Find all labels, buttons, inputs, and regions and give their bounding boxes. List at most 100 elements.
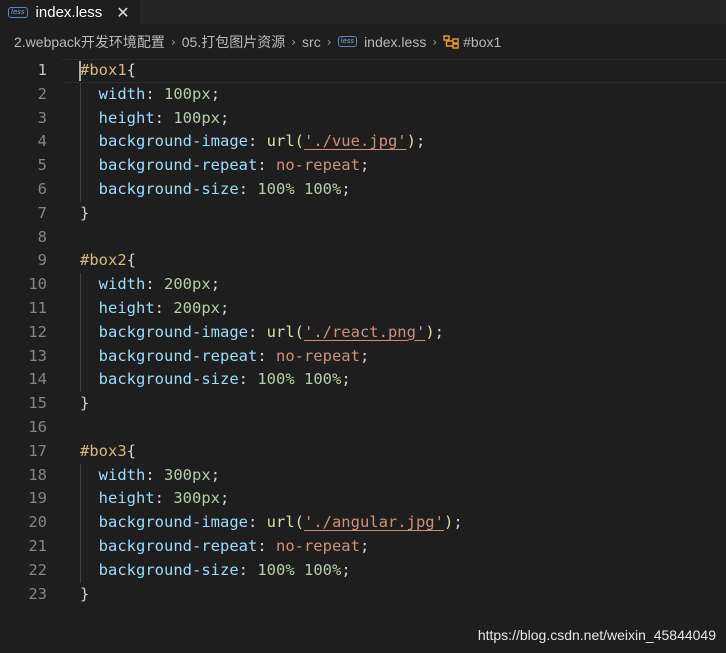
line-number: 16	[28, 417, 47, 436]
token-num: 200px	[164, 275, 211, 294]
token-num: 100%	[257, 560, 295, 579]
breadcrumb-folder[interactable]: 2.webpack开发环境配置	[14, 32, 165, 52]
token-num: 100%	[304, 560, 342, 579]
code-line[interactable]: 14 background-size: 100% 100%;	[0, 368, 726, 393]
line-number: 6	[37, 179, 47, 198]
token-sp	[80, 299, 99, 317]
code-text: }	[80, 392, 89, 416]
line-number: 14	[28, 370, 47, 389]
token-punc: :	[257, 156, 276, 175]
token-punc: ;	[359, 536, 370, 555]
tab-bar: less index.less ✕	[0, 0, 726, 24]
token-punc: :	[247, 132, 267, 151]
token-prop: background-repeat	[98, 536, 258, 555]
line-number: 22	[28, 560, 47, 579]
line-number: 15	[28, 394, 47, 413]
token-punc: ;	[210, 84, 221, 103]
code-line[interactable]: 1 #box1{	[0, 59, 726, 83]
code-line[interactable]: 7}	[0, 202, 726, 226]
close-icon[interactable]: ✕	[116, 3, 129, 22]
line-number: 4	[37, 132, 47, 151]
code-text: #box3{	[80, 440, 136, 464]
token-fn: )	[406, 132, 416, 151]
token-prop: height	[98, 489, 155, 508]
code-line[interactable]: 3 height: 100px;	[0, 106, 726, 131]
breadcrumb-subfolder[interactable]: 05.打包图片资源	[182, 32, 285, 52]
breadcrumb: 2.webpack开发环境配置 › 05.打包图片资源 › src › less…	[0, 24, 726, 59]
code-line[interactable]: 11 height: 200px;	[0, 296, 726, 321]
code-line[interactable]: 13 background-repeat: no-repeat;	[0, 344, 726, 369]
token-punc: ;	[210, 465, 221, 484]
line-number: 20	[28, 513, 47, 532]
token-prop: background-size	[98, 179, 239, 198]
code-editor[interactable]: 1 #box1{2 width: 100px; 3 height: 100px; 4 …	[0, 59, 726, 653]
token-prop: width	[98, 84, 146, 103]
code-text: background-repeat: no-repeat;	[80, 345, 370, 369]
tab-index-less[interactable]: less index.less ✕	[0, 0, 140, 24]
line-number: 5	[37, 156, 47, 175]
code-line[interactable]: 6 background-size: 100% 100%;	[0, 177, 726, 202]
code-text: background-image: url('./vue.jpg');	[80, 130, 426, 154]
token-punc	[295, 370, 304, 388]
token-num: 100%	[304, 370, 342, 389]
token-fn: )	[443, 513, 454, 532]
token-str: './react.png'	[303, 322, 426, 341]
token-prop: width	[98, 275, 146, 294]
token-sp	[80, 109, 99, 127]
token-brace: }	[80, 584, 90, 603]
token-punc: :	[238, 179, 258, 198]
line-number: 12	[28, 322, 47, 341]
code-text: background-image: url('./angular.jpg');	[80, 511, 463, 535]
code-line[interactable]: 20 background-image: url('./angular.jpg'…	[0, 511, 726, 535]
token-num: 300px	[173, 489, 221, 508]
line-number: 17	[28, 441, 47, 460]
token-punc: ;	[453, 513, 463, 532]
token-punc: :	[154, 489, 174, 508]
code-text: background-size: 100% 100%;	[80, 178, 351, 202]
code-text: }	[80, 202, 89, 226]
code-line[interactable]: 9 #box2{	[0, 249, 726, 273]
token-punc: :	[238, 560, 258, 579]
token-punc: :	[145, 465, 165, 484]
code-line[interactable]: 12 background-image: url('./react.png');	[0, 320, 726, 345]
code-text: #box1{	[80, 59, 136, 83]
token-val: no-repeat	[275, 536, 360, 555]
token-num: 100px	[173, 108, 221, 127]
token-brace: }	[80, 394, 90, 413]
code-line[interactable]: 23}	[0, 583, 726, 607]
breadcrumb-src[interactable]: src	[302, 34, 321, 50]
code-line[interactable]: 18 width: 300px;	[0, 463, 726, 488]
chevron-right-icon: ›	[432, 34, 438, 49]
line-number: 8	[37, 227, 47, 246]
breadcrumb-symbol[interactable]: #box1	[463, 34, 501, 50]
code-line[interactable]: 8	[0, 226, 726, 250]
line-number: 2	[37, 84, 47, 103]
code-line[interactable]: 19 height: 300px;	[0, 487, 726, 512]
code-line[interactable]: 2 width: 100px;	[0, 82, 726, 107]
token-punc: ;	[220, 298, 230, 317]
token-prop: background-size	[98, 560, 239, 579]
token-prop: height	[98, 108, 155, 127]
token-punc: :	[154, 298, 174, 317]
code-text: background-size: 100% 100%;	[80, 559, 351, 583]
code-line[interactable]: 22 background-size: 100% 100%;	[0, 558, 726, 583]
code-line[interactable]: 17 #box3{	[0, 440, 726, 464]
token-punc: ;	[220, 489, 230, 508]
token-sel: #box2	[80, 251, 127, 270]
code-line[interactable]: 21 background-repeat: no-repeat;	[0, 534, 726, 559]
code-line[interactable]: 15}	[0, 392, 726, 416]
token-fn: )	[425, 322, 435, 341]
code-line[interactable]: 16	[0, 416, 726, 440]
code-line[interactable]: 5 background-repeat: no-repeat;	[0, 154, 726, 178]
token-brace: {	[126, 61, 137, 79]
token-prop: background-image	[98, 322, 248, 341]
token-punc: ;	[359, 346, 370, 365]
token-sp	[80, 323, 99, 341]
code-line[interactable]: 10 width: 200px;	[0, 273, 726, 297]
token-punc: :	[247, 513, 267, 532]
token-punc: ;	[341, 179, 351, 198]
code-line[interactable]: 4 background-image: url('./vue.jpg');	[0, 130, 726, 155]
breadcrumb-file[interactable]: index.less	[364, 34, 426, 50]
chevron-right-icon: ›	[291, 34, 297, 49]
token-str: './vue.jpg'	[303, 132, 407, 151]
